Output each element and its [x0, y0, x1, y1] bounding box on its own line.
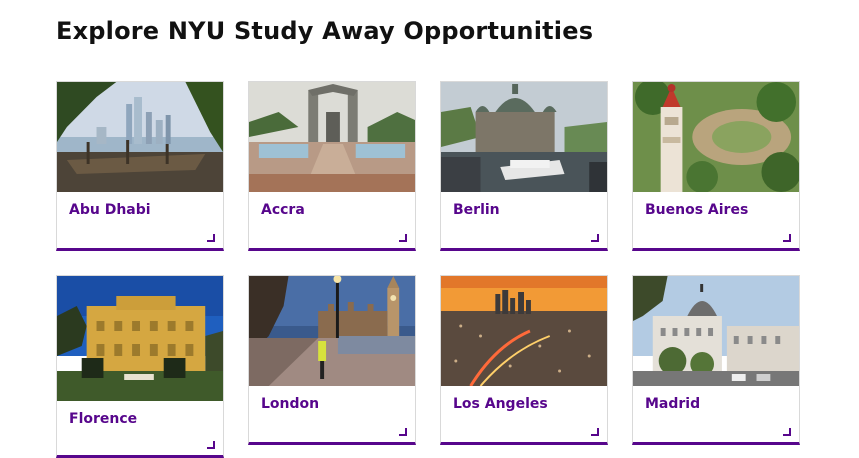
card-buenos-aires[interactable]: Buenos Aires	[632, 81, 800, 251]
corner-arrow-icon	[399, 234, 407, 242]
card-label: Buenos Aires	[645, 202, 749, 218]
corner-arrow-icon	[591, 234, 599, 242]
los-angeles-photo	[441, 276, 607, 386]
abu-dhabi-photo	[57, 82, 223, 192]
card-los-angeles[interactable]: Los Angeles	[440, 275, 608, 445]
card-berlin[interactable]: Berlin	[440, 81, 608, 251]
card-accra[interactable]: Accra	[248, 81, 416, 251]
card-london[interactable]: London	[248, 275, 416, 445]
card-florence[interactable]: Florence	[56, 275, 224, 458]
florence-photo	[57, 276, 223, 401]
card-label: Berlin	[453, 202, 500, 218]
card-abu-dhabi[interactable]: Abu Dhabi	[56, 81, 224, 251]
corner-arrow-icon	[207, 234, 215, 242]
card-label: Madrid	[645, 396, 701, 412]
page-title: Explore NYU Study Away Opportunities	[56, 17, 594, 45]
accra-photo	[249, 82, 415, 192]
corner-arrow-icon	[399, 428, 407, 436]
buenos-aires-photo	[633, 82, 799, 192]
corner-arrow-icon	[783, 428, 791, 436]
madrid-photo	[633, 276, 799, 386]
corner-arrow-icon	[783, 234, 791, 242]
card-label: London	[261, 396, 320, 412]
card-label: Los Angeles	[453, 396, 548, 412]
london-photo	[249, 276, 415, 386]
card-label: Abu Dhabi	[69, 202, 151, 218]
corner-arrow-icon	[207, 441, 215, 449]
berlin-photo	[441, 82, 607, 192]
card-madrid[interactable]: Madrid	[632, 275, 800, 445]
card-label: Florence	[69, 411, 138, 427]
corner-arrow-icon	[591, 428, 599, 436]
card-label: Accra	[261, 202, 305, 218]
